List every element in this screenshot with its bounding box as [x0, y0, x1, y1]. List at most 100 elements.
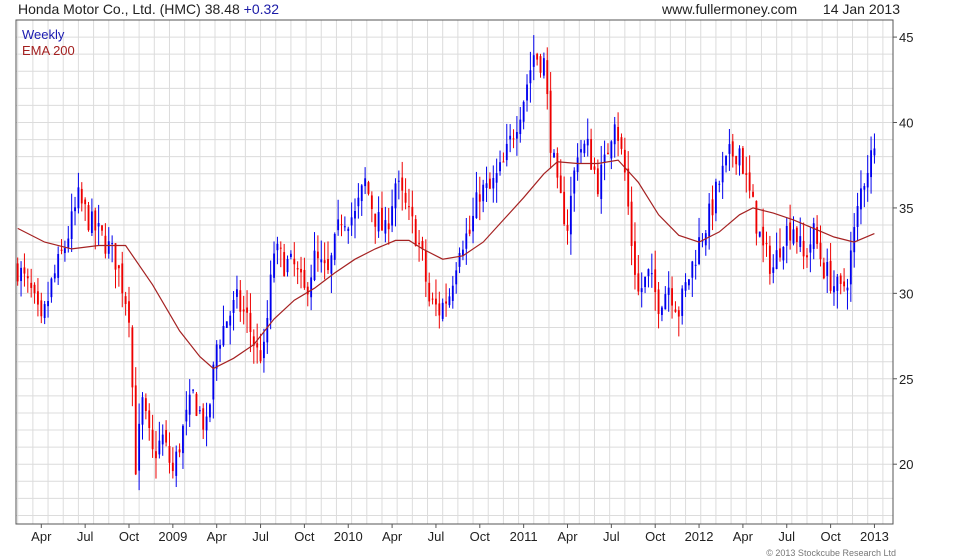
candle-body	[293, 258, 296, 265]
candle-body	[472, 215, 474, 232]
candle-body	[667, 287, 670, 295]
y-tick-label: 40	[899, 116, 913, 131]
candle-body	[178, 449, 181, 453]
candle-body	[20, 267, 22, 282]
candle-body	[279, 247, 282, 249]
candle-body	[515, 132, 518, 139]
candle-body	[846, 287, 849, 291]
candle-body	[441, 302, 444, 319]
candle-body	[80, 188, 83, 204]
candle-body	[647, 269, 650, 277]
candle-body	[505, 143, 508, 161]
candle-body	[155, 451, 157, 459]
candle-body	[691, 261, 694, 278]
candle-body	[566, 225, 569, 231]
candle-body	[377, 212, 380, 232]
candle-body	[711, 199, 714, 216]
candle-body	[549, 90, 552, 153]
candle-body	[128, 301, 130, 323]
candle-body	[296, 268, 299, 270]
candle-body	[752, 191, 754, 197]
candle-body	[192, 389, 195, 391]
candle-body	[826, 262, 829, 276]
candle-body	[198, 410, 201, 412]
candle-body	[468, 229, 471, 234]
candle-body	[785, 225, 788, 246]
candle-body	[458, 253, 461, 267]
candle-body	[478, 194, 481, 202]
stock-chart-plot: 20 25 30 35 40 45 Apr Jul Oct 2009 Apr Jul Oct 2010 Ap…	[15, 19, 913, 544]
legend-weekly: Weekly	[22, 27, 65, 42]
candle-body	[586, 138, 589, 146]
x-tick-label: Jul	[428, 529, 445, 544]
x-tick-label: 2011	[510, 529, 538, 544]
x-tick-label: Jul	[778, 529, 795, 544]
candle-body	[50, 278, 53, 298]
candle-body	[789, 222, 792, 241]
candle-body	[316, 251, 319, 259]
candle-body	[873, 148, 876, 156]
candle-body	[168, 445, 171, 463]
candle-body	[806, 255, 808, 258]
candle-body	[488, 178, 491, 189]
candle-body	[205, 416, 208, 431]
candle-body	[350, 217, 353, 226]
candle-body	[26, 276, 29, 279]
candle-body	[364, 178, 367, 187]
candle-body	[101, 225, 103, 231]
candle-body	[576, 157, 579, 173]
candle-body	[384, 220, 387, 234]
candle-body	[411, 206, 414, 217]
candle-body	[57, 253, 60, 278]
candle-body	[610, 141, 613, 159]
candle-body	[741, 148, 744, 174]
candle-body	[343, 226, 346, 228]
candle-body	[333, 233, 336, 260]
candle-body	[812, 223, 815, 249]
candle-body	[839, 275, 842, 284]
x-tick-label: Oct	[470, 529, 491, 544]
candle-body	[637, 273, 640, 292]
candle-body	[283, 252, 286, 277]
x-tick-label: Oct	[294, 529, 315, 544]
candle-body	[94, 210, 97, 231]
candle-body	[684, 282, 687, 291]
candle-body	[242, 309, 245, 312]
x-tick-label: 2013	[860, 529, 889, 544]
candle-body	[141, 397, 144, 425]
candle-body	[451, 285, 454, 301]
candle-body	[502, 161, 505, 163]
candle-body	[171, 462, 174, 472]
copyright-notice: © 2013 Stockcube Research Ltd	[766, 548, 896, 558]
candle-body	[627, 168, 630, 207]
candle-body	[438, 303, 441, 316]
candle-body	[522, 101, 525, 122]
candle-body	[650, 273, 653, 275]
candle-body	[209, 404, 211, 418]
candle-body	[232, 300, 235, 313]
candle-body	[158, 440, 161, 455]
candle-body	[681, 288, 684, 316]
candle-body	[87, 205, 90, 231]
candle-body	[266, 318, 269, 343]
candle-body	[718, 183, 721, 185]
candle-body	[822, 262, 825, 279]
candle-body	[104, 235, 107, 254]
candle-body	[161, 434, 164, 445]
candle-body	[836, 276, 839, 291]
candle-body	[870, 150, 873, 178]
candle-body	[563, 191, 566, 225]
candle-body	[758, 231, 761, 237]
candle-body	[239, 290, 242, 312]
candle-body	[262, 341, 265, 359]
x-tick-label: Apr	[207, 529, 228, 544]
candle-body	[74, 207, 76, 212]
candle-body	[802, 240, 805, 257]
candle-body	[509, 135, 512, 140]
candle-body	[738, 148, 741, 166]
candle-body	[765, 242, 768, 245]
candle-body	[394, 183, 397, 209]
candle-body	[121, 263, 124, 294]
candle-body	[381, 207, 383, 231]
y-tick-label: 20	[899, 457, 913, 472]
